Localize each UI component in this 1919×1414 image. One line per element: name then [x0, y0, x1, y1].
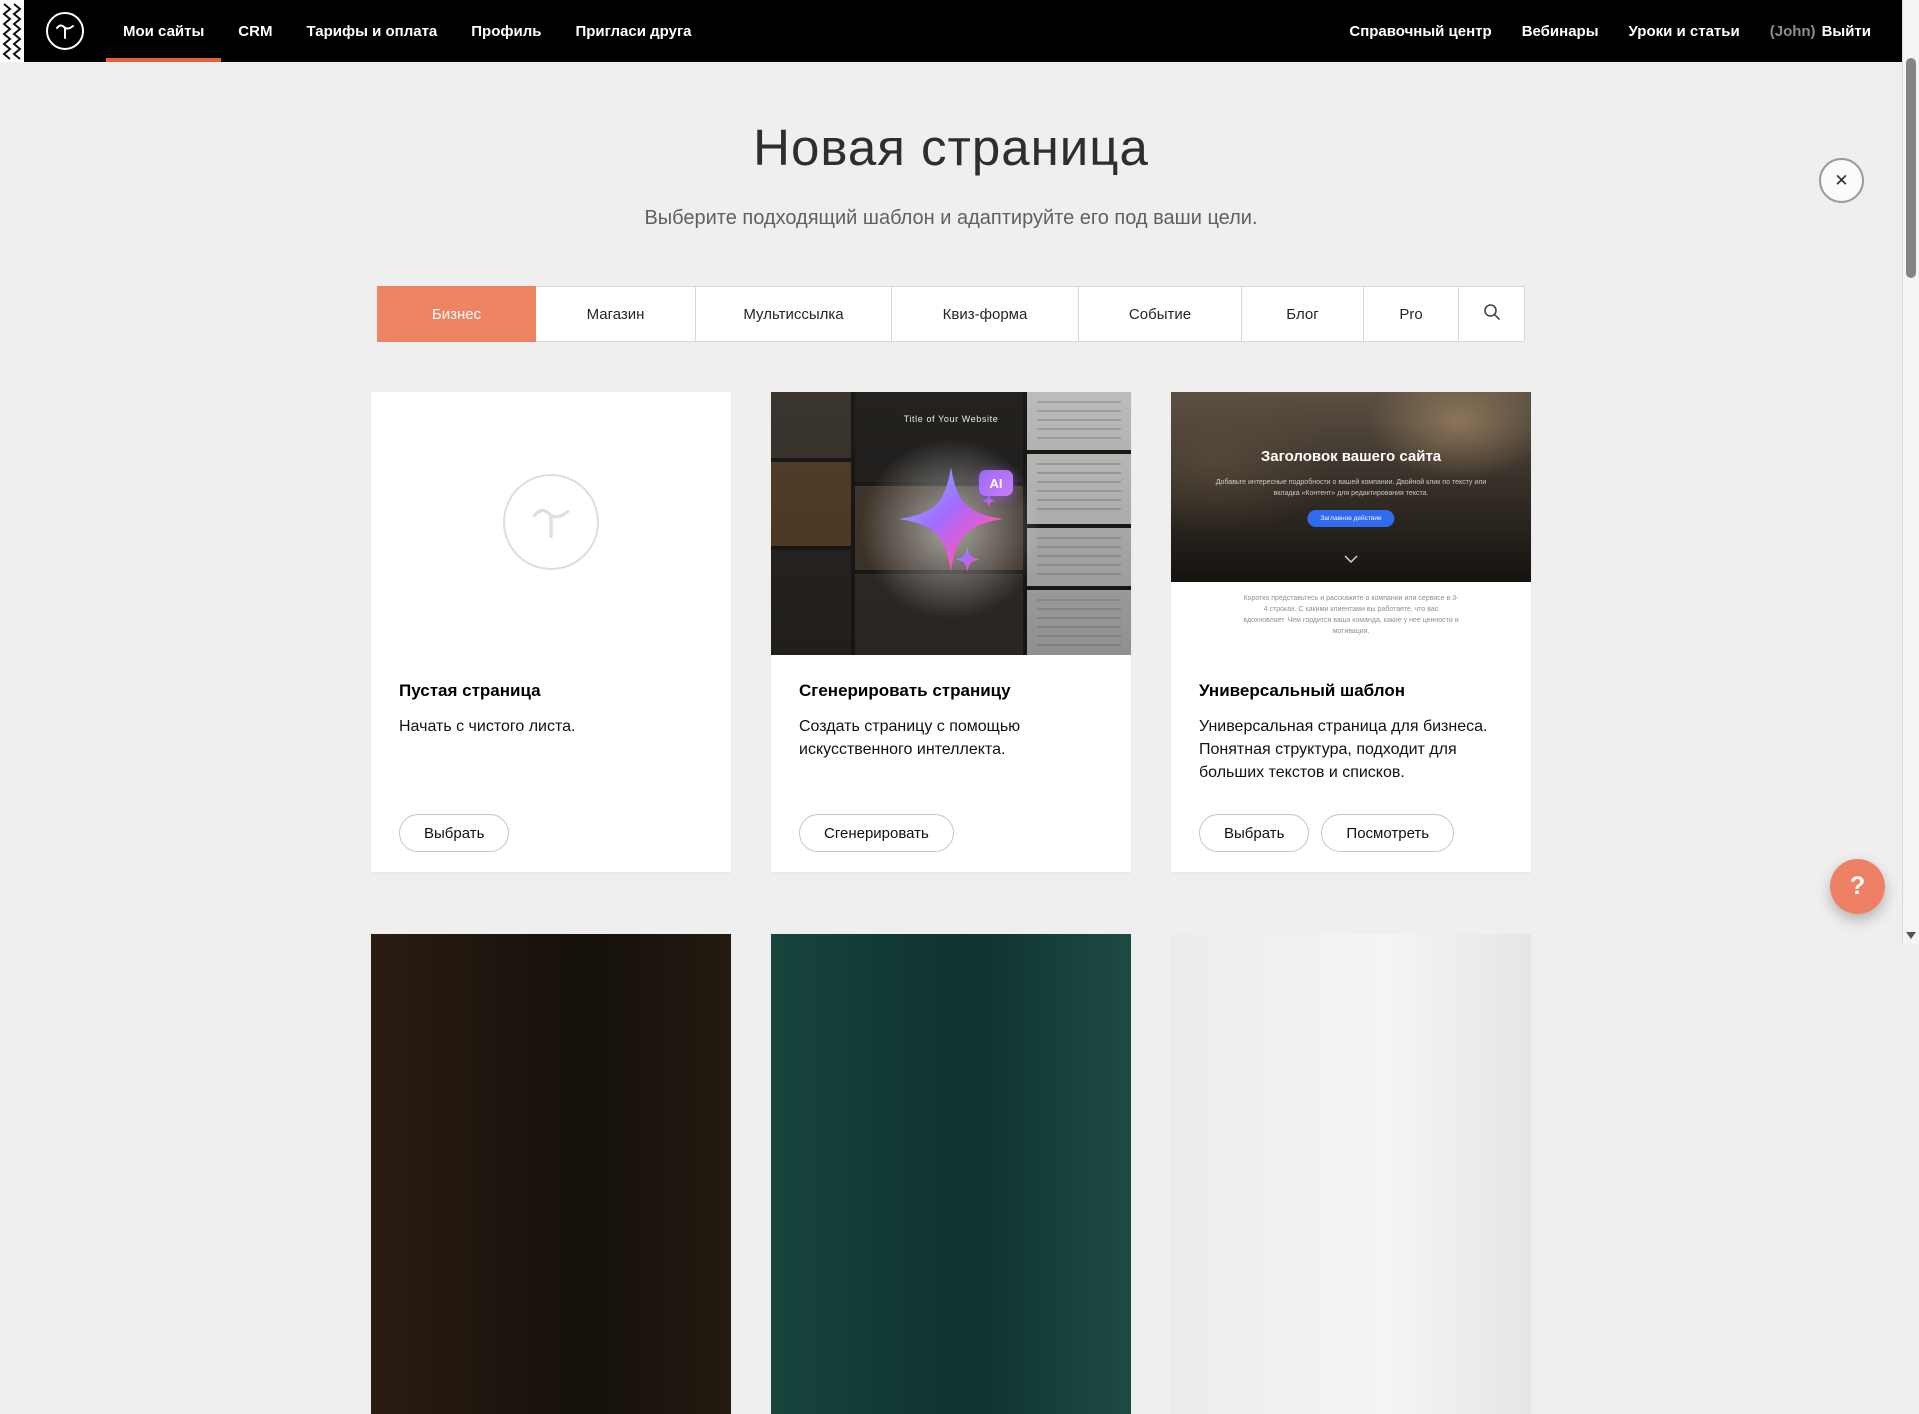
- generate-button[interactable]: Сгенерировать: [799, 814, 954, 852]
- nav-item-webinars[interactable]: Вебинары: [1507, 23, 1614, 40]
- preview-hero-subtitle: Добавьте интересные подробности о вашей …: [1211, 478, 1492, 499]
- template-preview-image: [371, 934, 731, 1414]
- template-card-partial: [1171, 934, 1531, 1414]
- template-grid: Пустая страница Начать с чистого листа. …: [371, 392, 1531, 1414]
- user-name: (John): [1770, 23, 1816, 40]
- nav-item-profile[interactable]: Профиль: [454, 0, 558, 62]
- card-description: Универсальная страница для бизнеса. Поня…: [1199, 715, 1503, 785]
- preview-body-section: Коротко представьтесь и расскажите о ком…: [1171, 582, 1531, 655]
- card-title: Сгенерировать страницу: [799, 681, 1103, 701]
- question-mark-icon: ?: [1850, 872, 1865, 901]
- universal-preview: Заголовок вашего сайта Добавьте интересн…: [1171, 392, 1531, 655]
- template-card-ai-generate: Title of Your Website: [771, 392, 1131, 872]
- tab-quiz[interactable]: Квиз-форма: [891, 287, 1078, 341]
- scrollbar-track[interactable]: [1902, 0, 1919, 944]
- zigzag-pattern-icon: [0, 0, 24, 62]
- nav-item-tariffs[interactable]: Тарифы и оплата: [289, 0, 454, 62]
- nav-item-help-center[interactable]: Справочный центр: [1334, 23, 1506, 40]
- ai-badge: AI: [979, 470, 1013, 496]
- ai-collage-preview: Title of Your Website: [771, 392, 1131, 655]
- choose-button[interactable]: Выбрать: [399, 814, 509, 852]
- close-button[interactable]: ✕: [1819, 158, 1864, 203]
- tab-event[interactable]: Событие: [1078, 287, 1241, 341]
- search-icon: [1483, 303, 1501, 325]
- help-button[interactable]: ?: [1830, 859, 1885, 914]
- tab-blog[interactable]: Блог: [1241, 287, 1363, 341]
- tab-pro[interactable]: Pro: [1363, 287, 1458, 341]
- tab-multilink[interactable]: Мультиссылка: [695, 287, 891, 341]
- tab-shop[interactable]: Магазин: [535, 287, 695, 341]
- preview-hero-title: Заголовок вашего сайта: [1171, 448, 1531, 465]
- preview-hero-button: Заглавное действие: [1307, 510, 1394, 527]
- tab-search[interactable]: [1458, 287, 1524, 341]
- tab-business[interactable]: Бизнес: [378, 287, 535, 341]
- card-title: Универсальный шаблон: [1199, 681, 1503, 701]
- blank-preview: [371, 392, 731, 655]
- tilda-logo-icon[interactable]: [46, 12, 84, 50]
- tilda-watermark-icon: [503, 474, 599, 570]
- card-description: Начать с чистого листа.: [399, 715, 703, 738]
- preview-button[interactable]: Посмотреть: [1321, 814, 1454, 852]
- chevron-down-icon: [1344, 550, 1358, 568]
- nav-item-lessons[interactable]: Уроки и статьи: [1614, 23, 1755, 40]
- template-card-partial: [771, 934, 1131, 1414]
- collage-site-title: Title of Your Website: [771, 414, 1131, 424]
- card-title: Пустая страница: [399, 681, 703, 701]
- logout-label: Выйти: [1822, 23, 1871, 40]
- page-subtitle: Выберите подходящий шаблон и адаптируйте…: [0, 207, 1902, 230]
- main-nav: Мои сайты CRM Тарифы и оплата Профиль Пр…: [106, 0, 709, 62]
- template-preview-image: [1171, 934, 1531, 1414]
- page-title: Новая страница: [0, 118, 1902, 177]
- card-description: Создать страницу с помощью искусственног…: [799, 715, 1103, 761]
- secondary-nav: Справочный центр Вебинары Уроки и статьи…: [1334, 0, 1886, 62]
- logout-link[interactable]: (John) Выйти: [1755, 23, 1886, 40]
- top-header: Мои сайты CRM Тарифы и оплата Профиль Пр…: [0, 0, 1902, 62]
- template-category-tabs: Бизнес Магазин Мультиссылка Квиз-форма С…: [377, 286, 1525, 342]
- preview-body-text: Коротко представьтесь и расскажите о ком…: [1242, 594, 1460, 655]
- close-icon: ✕: [1834, 171, 1848, 191]
- choose-button[interactable]: Выбрать: [1199, 814, 1309, 852]
- nav-item-invite-friend[interactable]: Пригласи друга: [558, 0, 708, 62]
- main-content: ✕ Новая страница Выберите подходящий шаб…: [0, 62, 1902, 1414]
- nav-item-crm[interactable]: CRM: [221, 0, 289, 62]
- template-card-blank: Пустая страница Начать с чистого листа. …: [371, 392, 731, 872]
- template-preview-image: [771, 934, 1131, 1414]
- template-card-universal: Заголовок вашего сайта Добавьте интересн…: [1171, 392, 1531, 872]
- scrollbar-thumb[interactable]: [1906, 58, 1916, 278]
- template-card-partial: [371, 934, 731, 1414]
- preview-hero: Заголовок вашего сайта Добавьте интересн…: [1171, 392, 1531, 582]
- nav-item-my-sites[interactable]: Мои сайты: [106, 0, 221, 62]
- scroll-down-arrow-icon[interactable]: [1906, 932, 1916, 939]
